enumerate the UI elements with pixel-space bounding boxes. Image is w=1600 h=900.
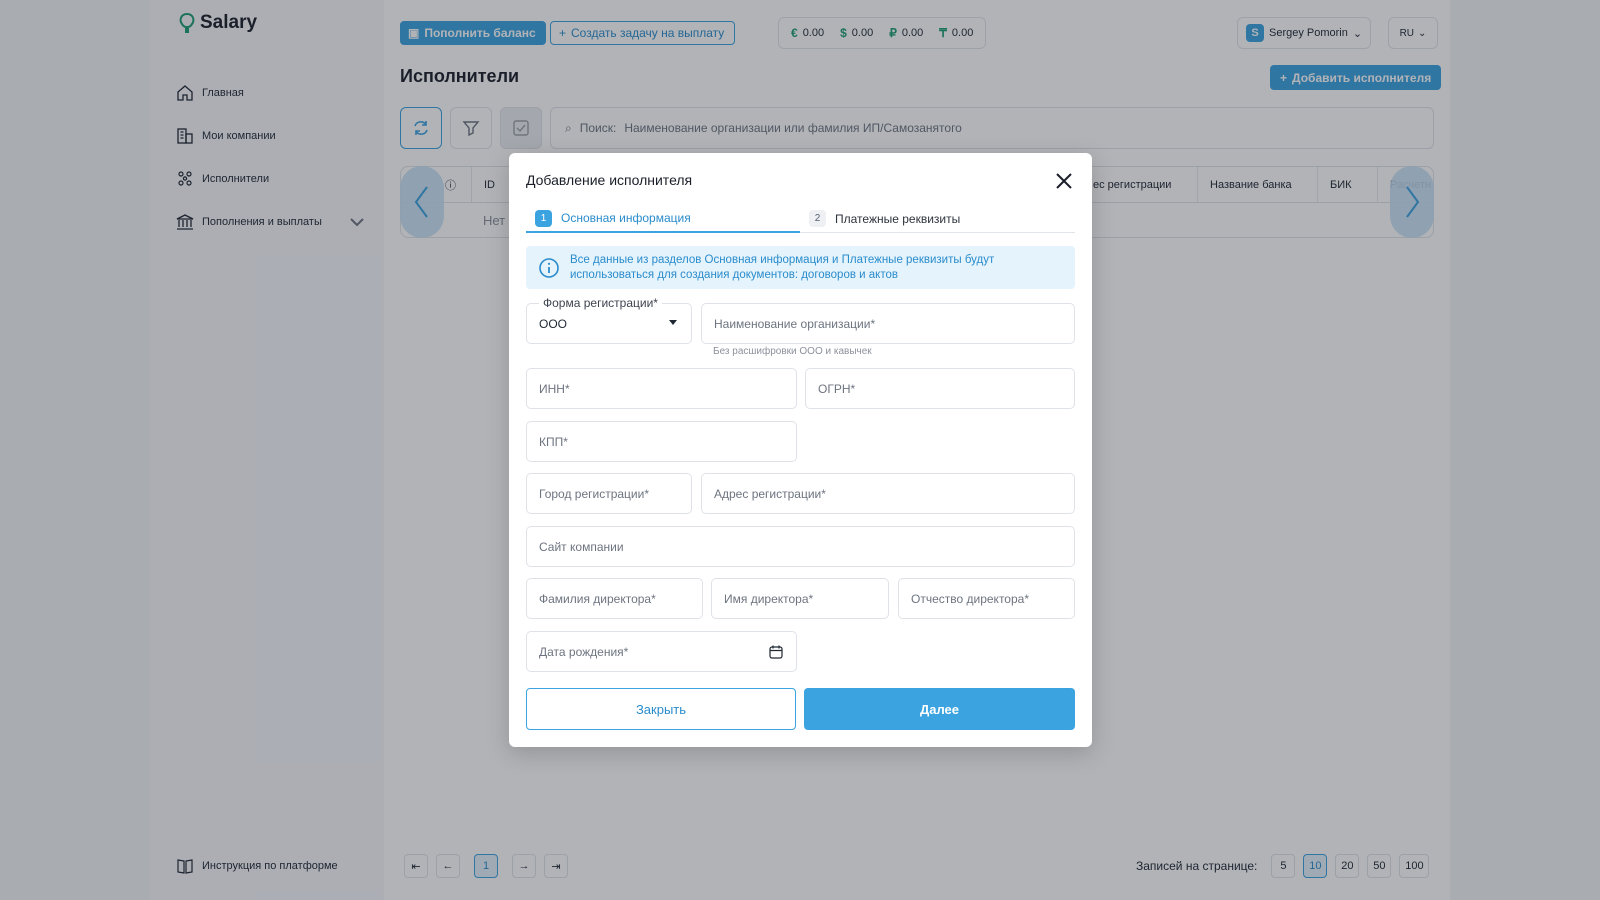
organization-name-placeholder: Наименование организации* <box>714 316 876 331</box>
next-button[interactable]: Далее <box>804 688 1075 730</box>
close-icon[interactable] <box>1053 170 1075 192</box>
organization-name-field[interactable]: Наименование организации* <box>701 303 1075 344</box>
company-website-placeholder: Сайт компании <box>539 539 624 554</box>
company-website-field[interactable]: Сайт компании <box>526 526 1075 567</box>
registration-address-placeholder: Адрес регистрации* <box>714 486 826 501</box>
registration-city-placeholder: Город регистрации* <box>539 486 650 501</box>
info-banner: Все данные из разделов Основная информац… <box>526 246 1075 289</box>
birth-date-field[interactable]: Дата рождения* <box>526 631 797 672</box>
modal-title: Добавление исполнителя <box>526 172 693 188</box>
step-number: 1 <box>535 209 552 227</box>
registration-address-field[interactable]: Адрес регистрации* <box>701 473 1075 514</box>
director-last-name-placeholder: Фамилия директора* <box>539 591 656 606</box>
director-middle-name-field[interactable]: Отчество директора* <box>898 578 1075 619</box>
info-text: Все данные из разделов Основная информац… <box>570 253 994 283</box>
kpp-placeholder: КПП* <box>539 434 568 449</box>
birth-date-placeholder: Дата рождения* <box>539 644 629 659</box>
step-label: Платежные реквизиты <box>835 211 961 226</box>
registration-city-field[interactable]: Город регистрации* <box>526 473 692 514</box>
info-line: Все данные из разделов Основная информац… <box>570 253 995 266</box>
director-first-name-placeholder: Имя директора* <box>724 591 814 606</box>
ogrn-field[interactable]: ОГРН* <box>805 368 1075 409</box>
close-button[interactable]: Закрыть <box>526 688 796 730</box>
director-last-name-field[interactable]: Фамилия директора* <box>526 578 703 619</box>
step-number: 2 <box>809 210 826 227</box>
tab-main-info[interactable]: 1 Основная информация <box>526 205 800 233</box>
info-line: использоваться для создания документов: … <box>570 268 898 281</box>
ogrn-placeholder: ОГРН* <box>818 381 856 396</box>
add-performer-modal: Добавление исполнителя 1 Основная информ… <box>509 153 1092 747</box>
calendar-icon[interactable] <box>768 644 784 660</box>
step-label: Основная информация <box>561 211 691 225</box>
director-middle-name-placeholder: Отчество директора* <box>911 591 1029 606</box>
inn-field[interactable]: ИНН* <box>526 368 797 409</box>
organization-name-hint: Без расшифровки ООО и кавычек <box>713 346 872 357</box>
info-icon <box>539 257 559 278</box>
inn-placeholder: ИНН* <box>539 381 570 396</box>
registration-form-select[interactable]: Форма регистрации* ООО <box>526 296 692 344</box>
caret-down-icon <box>669 320 677 325</box>
tab-payment-details[interactable]: 2 Платежные реквизиты <box>800 205 1075 233</box>
stepper: 1 Основная информация 2 Платежные реквиз… <box>526 205 1075 233</box>
registration-form-value: ООО <box>539 316 568 331</box>
kpp-field[interactable]: КПП* <box>526 421 797 462</box>
registration-form-label: Форма регистрации* <box>539 296 662 310</box>
director-first-name-field[interactable]: Имя директора* <box>711 578 889 619</box>
